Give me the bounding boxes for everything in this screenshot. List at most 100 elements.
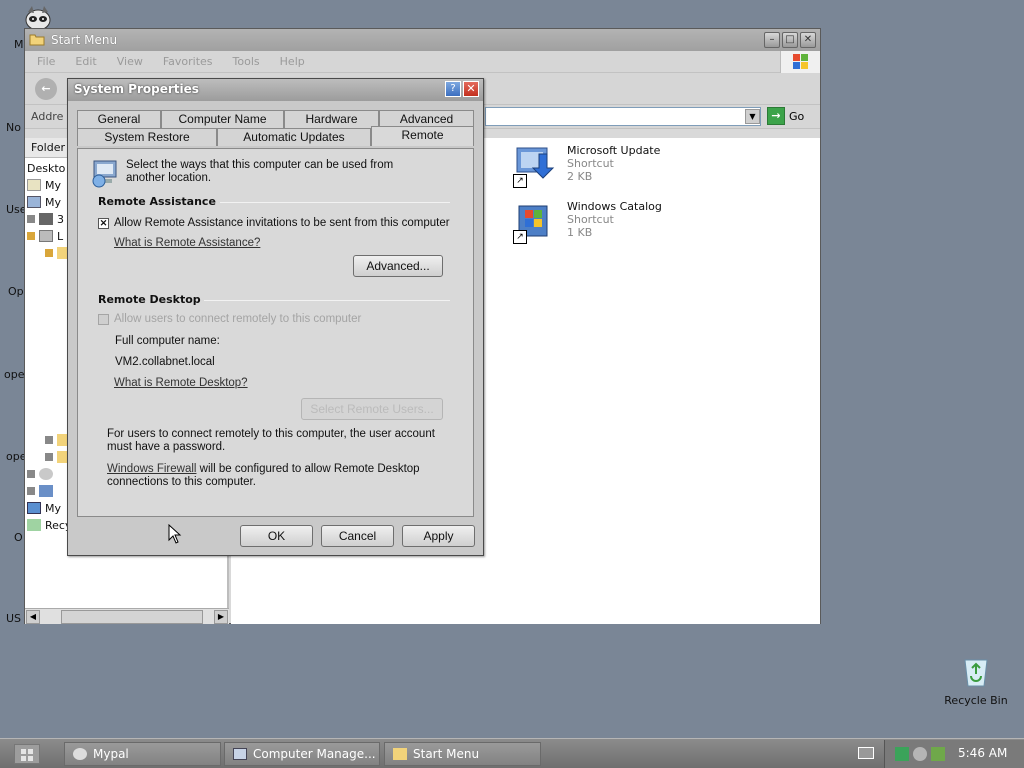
task-label: Computer Manage... — [253, 747, 376, 761]
windows-catalog-icon: ↗ — [513, 200, 557, 244]
expand-icon[interactable] — [45, 249, 53, 257]
tree-item-label: My — [45, 195, 62, 209]
apply-button[interactable]: Apply — [402, 525, 475, 547]
mouse-cursor-icon — [168, 523, 182, 544]
tree-item-desktop[interactable]: Deskto — [27, 160, 65, 176]
expand-icon[interactable] — [27, 470, 35, 478]
menu-tools[interactable]: Tools — [233, 55, 260, 68]
tree-item-recycle-bin[interactable]: Recy — [27, 517, 71, 533]
close-button[interactable]: ✕ — [800, 32, 816, 48]
folder-icon — [29, 32, 45, 49]
ok-button[interactable]: OK — [240, 525, 313, 547]
start-button[interactable] — [14, 744, 40, 764]
file-size: 1 KB — [567, 226, 593, 239]
explorer-title: Start Menu — [51, 33, 118, 47]
address-input[interactable]: ▼ — [485, 107, 761, 126]
folder-icon — [393, 748, 407, 760]
remote-assistance-checkbox-label: Allow Remote Assistance invitations to b… — [114, 217, 450, 229]
expand-icon[interactable] — [45, 453, 53, 461]
tab-automatic-updates[interactable]: Automatic Updates — [217, 128, 371, 146]
tab-remote[interactable]: Remote — [371, 126, 474, 146]
security-icon[interactable] — [931, 747, 945, 761]
minimize-button[interactable]: – — [764, 32, 780, 48]
recycle-bin-icon — [27, 519, 41, 531]
scroll-thumb[interactable] — [61, 610, 203, 624]
tree-item-my-documents[interactable]: My — [27, 177, 61, 193]
what-is-remote-desktop-link[interactable]: What is Remote Desktop? — [114, 377, 248, 389]
desktop-recycle-bin[interactable]: Recycle Bin — [938, 656, 1014, 707]
remote-assistance-checkbox-row[interactable]: ✕ Allow Remote Assistance invitations to… — [98, 217, 450, 229]
select-remote-users-button[interactable]: Select Remote Users... — [301, 398, 443, 420]
desktop-label: No — [6, 121, 21, 134]
system-properties-dialog[interactable]: System Properties ? ✕ General Computer N… — [67, 78, 484, 556]
intro-text: Select the ways that this computer can b… — [126, 159, 394, 184]
advanced-button[interactable]: Advanced... — [353, 255, 443, 277]
expand-icon[interactable] — [45, 436, 53, 444]
tab-general[interactable]: General — [77, 110, 161, 128]
remote-assistance-checkbox[interactable]: ✕ — [98, 217, 109, 229]
remote-computer-icon — [90, 157, 122, 189]
expand-icon[interactable] — [27, 215, 35, 223]
go-arrow-icon: → — [767, 107, 785, 125]
scroll-left-button[interactable]: ◀ — [26, 610, 40, 624]
tree-item-label: L — [57, 229, 64, 243]
tree-item-label: Deskto — [27, 161, 66, 175]
horizontal-scrollbar[interactable]: ◀ ▶ — [25, 608, 229, 624]
remote-tab-panel: Select the ways that this computer can b… — [77, 148, 474, 517]
menu-file[interactable]: File — [37, 55, 55, 68]
remote-desktop-checkbox-label: Allow users to connect remotely to this … — [114, 313, 362, 325]
menu-help[interactable]: Help — [280, 55, 305, 68]
file-item-microsoft-update[interactable]: ↗ Microsoft Update Shortcut 2 KB — [513, 144, 660, 188]
raccoon-icon — [73, 748, 87, 760]
computer-management-icon — [233, 748, 247, 760]
file-item-windows-catalog[interactable]: ↗ Windows Catalog Shortcut 1 KB — [513, 200, 662, 244]
menu-view[interactable]: View — [117, 55, 143, 68]
tree-item-floppy[interactable]: 3 — [27, 211, 64, 227]
chevron-down-icon[interactable]: ▼ — [745, 109, 760, 124]
tab-hardware[interactable]: Hardware — [284, 110, 379, 128]
explorer-titlebar[interactable]: Start Menu – □ ✕ — [25, 29, 820, 51]
cancel-button[interactable]: Cancel — [321, 525, 394, 547]
tab-system-restore[interactable]: System Restore — [77, 128, 217, 146]
dialog-title: System Properties — [74, 82, 199, 96]
back-button[interactable]: ← — [35, 78, 57, 100]
task-start-menu[interactable]: Start Menu — [384, 742, 541, 766]
what-is-remote-assistance-link[interactable]: What is Remote Assistance? — [114, 237, 260, 249]
file-type: Shortcut — [567, 213, 614, 226]
documents-icon — [27, 179, 41, 191]
tab-computer-name[interactable]: Computer Name — [161, 110, 284, 128]
computer-icon — [27, 196, 41, 208]
desktop-label: O — [14, 531, 23, 544]
tree-item-my-network[interactable]: My — [27, 500, 61, 516]
recycle-bin-label: Recycle Bin — [944, 694, 1008, 707]
remote-desktop-checkbox-row[interactable]: Allow users to connect remotely to this … — [98, 313, 361, 325]
tree-item-shared[interactable] — [27, 483, 53, 499]
group-divider — [204, 300, 450, 301]
desktop-label: M — [14, 38, 24, 51]
file-size: 2 KB — [567, 170, 593, 183]
remote-desktop-checkbox[interactable] — [98, 313, 109, 325]
dialog-titlebar[interactable]: System Properties ? ✕ — [68, 79, 483, 101]
menu-edit[interactable]: Edit — [75, 55, 96, 68]
clock[interactable]: 5:46 AM — [958, 746, 1007, 760]
keyboard-icon[interactable] — [858, 747, 874, 759]
close-button[interactable]: ✕ — [463, 81, 479, 97]
scroll-right-button[interactable]: ▶ — [214, 610, 228, 624]
task-computer-management[interactable]: Computer Manage... — [224, 742, 380, 766]
file-name: Windows Catalog — [567, 200, 662, 213]
menu-favorites[interactable]: Favorites — [163, 55, 213, 68]
tree-item-control-panel[interactable] — [27, 466, 53, 482]
windows-firewall-link[interactable]: Windows Firewall — [107, 463, 196, 475]
expand-icon[interactable] — [27, 232, 35, 240]
tree-item-local-disk[interactable]: L — [27, 228, 63, 244]
volume-icon[interactable] — [913, 747, 927, 761]
expand-icon[interactable] — [27, 487, 35, 495]
help-button[interactable]: ? — [445, 81, 461, 97]
maximize-button[interactable]: □ — [782, 32, 798, 48]
floppy-icon — [39, 213, 53, 225]
task-mypal[interactable]: Mypal — [64, 742, 221, 766]
tree-item-my-computer[interactable]: My — [27, 194, 61, 210]
full-computer-name-value: VM2.collabnet.local — [115, 356, 215, 368]
network-icon[interactable] — [895, 747, 909, 761]
go-button[interactable]: → Go — [767, 107, 804, 125]
